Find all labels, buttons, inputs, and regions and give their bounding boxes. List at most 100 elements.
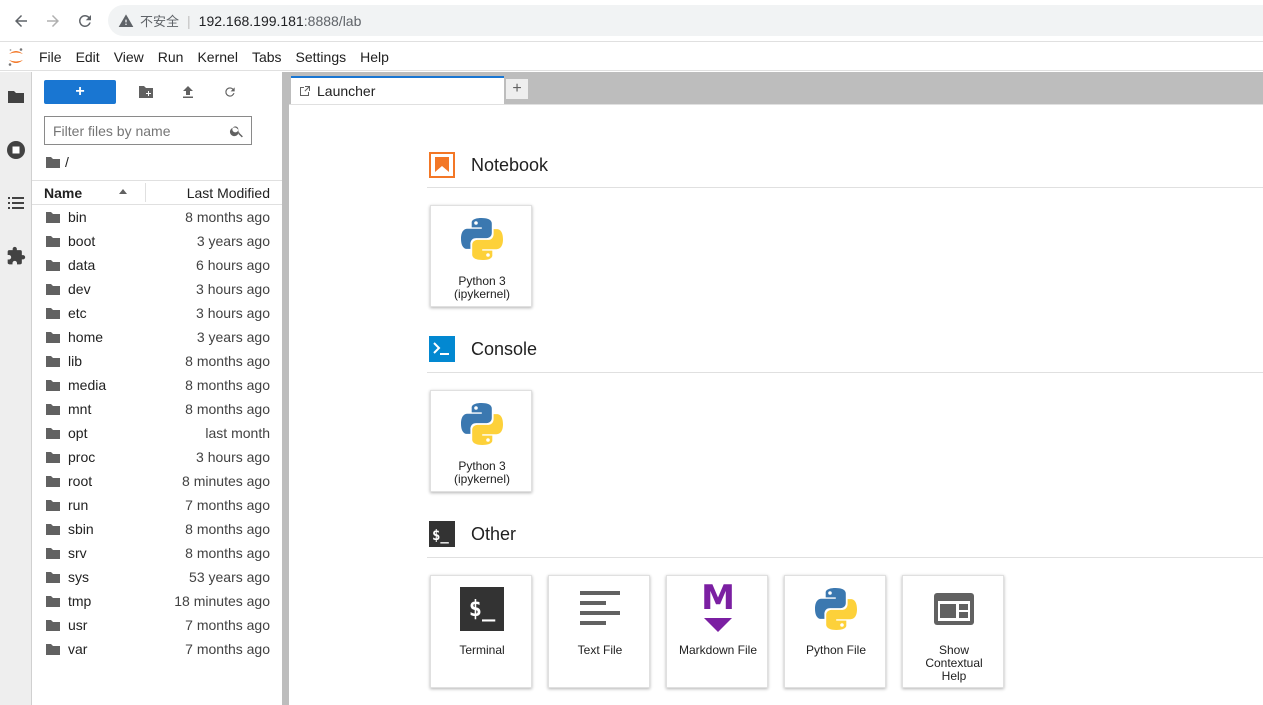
filter-files-box (44, 116, 252, 145)
breadcrumb-root[interactable]: / (65, 154, 69, 170)
file-modified: 8 months ago (185, 209, 270, 225)
tab-launcher-label: Launcher (317, 83, 376, 99)
dock-tab-bar: Launcher + (289, 72, 1263, 104)
file-browser-panel: + / Name Last Modified bin 8 months ago bo… (32, 72, 282, 705)
column-modified-header[interactable]: Last Modified (187, 185, 270, 201)
menu-file[interactable]: File (32, 43, 69, 71)
file-row-dev[interactable]: dev 3 hours ago (32, 277, 282, 301)
reload-icon[interactable] (69, 5, 101, 37)
column-divider[interactable] (145, 183, 146, 202)
file-modified: 53 years ago (189, 569, 270, 585)
file-row-etc[interactable]: etc 3 hours ago (32, 301, 282, 325)
text-file-card[interactable]: Text File (548, 575, 650, 688)
contextual-help-label: Show Contextual Help (905, 644, 1003, 683)
folder-tab-icon[interactable] (5, 86, 27, 108)
terminal-section-icon: $_ (429, 521, 455, 547)
file-row-root[interactable]: root 8 minutes ago (32, 469, 282, 493)
folder-icon (46, 596, 60, 607)
file-modified: last month (205, 425, 270, 441)
python-file-card[interactable]: Python File (784, 575, 886, 688)
markdown-file-card[interactable]: M Markdown File (666, 575, 768, 688)
menu-bar: File Edit View Run Kernel Tabs Settings … (0, 43, 1263, 71)
file-row-srv[interactable]: srv 8 months ago (32, 541, 282, 565)
file-row-sbin[interactable]: sbin 8 months ago (32, 517, 282, 541)
forward-arrow-icon[interactable] (37, 5, 69, 37)
python-logo-icon (457, 214, 507, 264)
file-row-opt[interactable]: opt last month (32, 421, 282, 445)
back-arrow-icon[interactable] (5, 5, 37, 37)
file-modified: 3 hours ago (196, 305, 270, 321)
running-sessions-icon[interactable] (5, 139, 27, 161)
terminal-card[interactable]: $_ Terminal (430, 575, 532, 688)
notebook-python3-card[interactable]: Python 3 (ipykernel) (430, 205, 532, 307)
file-row-var[interactable]: var 7 months ago (32, 637, 282, 661)
folder-icon (46, 404, 60, 415)
file-row-bin[interactable]: bin 8 months ago (32, 205, 282, 229)
file-row-lib[interactable]: lib 8 months ago (32, 349, 282, 373)
file-name: home (68, 329, 104, 345)
console-icon (429, 336, 455, 362)
notebook-section-header: Notebook (429, 152, 548, 178)
file-modified: 3 hours ago (196, 449, 270, 465)
notebook-divider (427, 187, 1263, 188)
upload-icon[interactable] (176, 80, 200, 104)
terminal-icon: $_ (457, 584, 507, 634)
tab-launcher[interactable]: Launcher (291, 76, 504, 104)
new-folder-icon[interactable] (134, 80, 158, 104)
python-logo-icon (811, 584, 861, 634)
column-name-header[interactable]: Name (44, 185, 82, 201)
folder-icon (46, 260, 60, 271)
menu-settings[interactable]: Settings (289, 43, 354, 71)
menu-tabs[interactable]: Tabs (245, 43, 289, 71)
sort-caret-up-icon (119, 189, 127, 194)
file-row-boot[interactable]: boot 3 years ago (32, 229, 282, 253)
text-file-label: Text File (577, 643, 623, 657)
extension-manager-icon[interactable] (5, 245, 27, 267)
file-modified: 8 months ago (185, 545, 270, 561)
file-name: root (68, 473, 93, 489)
file-row-mnt[interactable]: mnt 8 months ago (32, 397, 282, 421)
file-name: lib (68, 353, 83, 369)
python-file-label: Python File (805, 643, 867, 657)
contextual-help-line3: Help (941, 669, 967, 683)
file-row-data[interactable]: data 6 hours ago (32, 253, 282, 277)
add-tab-button[interactable]: + (505, 78, 529, 100)
launcher-panel: Notebook Python 3 (ipykernel) Console Py… (289, 104, 1263, 705)
file-row-media[interactable]: media 8 months ago (32, 373, 282, 397)
contextual-help-card[interactable]: Show Contextual Help (902, 575, 1004, 688)
file-row-tmp[interactable]: tmp 18 minutes ago (32, 589, 282, 613)
file-row-proc[interactable]: proc 3 hours ago (32, 445, 282, 469)
menu-edit[interactable]: Edit (69, 43, 107, 71)
folder-icon (46, 644, 60, 655)
menu-help[interactable]: Help (353, 43, 396, 71)
menu-run[interactable]: Run (151, 43, 191, 71)
file-name: sys (68, 569, 89, 585)
menu-kernel[interactable]: Kernel (190, 43, 244, 71)
file-modified: 18 minutes ago (174, 593, 270, 609)
file-row-sys[interactable]: sys 53 years ago (32, 565, 282, 589)
refresh-icon[interactable] (218, 80, 242, 104)
panel-splitter[interactable] (282, 72, 289, 705)
folder-icon (46, 548, 60, 559)
table-of-contents-icon[interactable] (5, 192, 27, 214)
console-python3-card[interactable]: Python 3 (ipykernel) (430, 390, 532, 492)
url-host: 192.168.199.181 (198, 12, 304, 29)
file-row-usr[interactable]: usr 7 months ago (32, 613, 282, 637)
file-row-run[interactable]: run 7 months ago (32, 493, 282, 517)
home-folder-icon[interactable] (46, 156, 60, 168)
folder-icon (46, 620, 60, 631)
file-name: var (68, 641, 88, 657)
address-separator: | (187, 12, 191, 29)
file-row-home[interactable]: home 3 years ago (32, 325, 282, 349)
address-bar[interactable]: 不安全 | 192.168.199.181:8888/lab (108, 5, 1263, 36)
card-label-line2: (ipykernel) (453, 287, 510, 301)
filter-files-input[interactable] (53, 122, 223, 139)
folder-icon (46, 428, 60, 439)
new-launcher-button[interactable]: + (44, 80, 116, 104)
folder-icon (46, 380, 60, 391)
breadcrumb: / (46, 154, 69, 170)
menu-view[interactable]: View (107, 43, 151, 71)
file-name: srv (68, 545, 87, 561)
notebook-icon (429, 152, 455, 178)
folder-icon (46, 476, 60, 487)
